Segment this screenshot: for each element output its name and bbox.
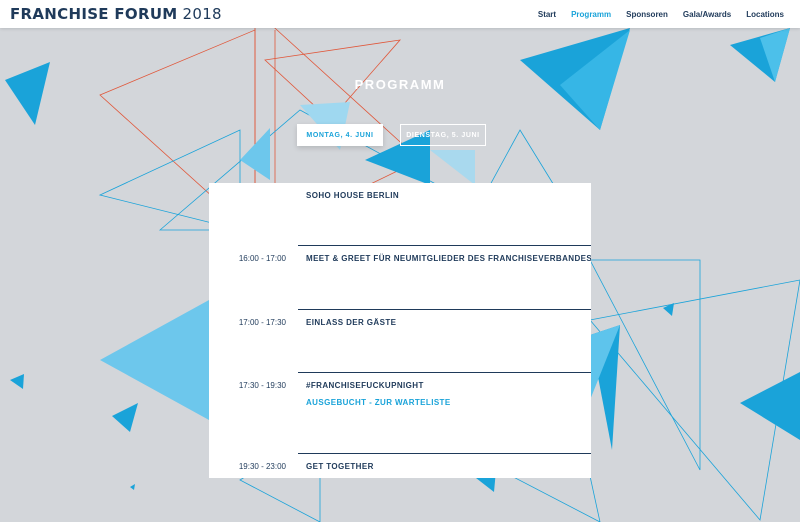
schedule-event: GET TOGETHER — [306, 462, 374, 471]
schedule-event: #FRANCHISEFUCKUPNIGHT — [306, 381, 424, 390]
nav-link-locations[interactable]: Locations — [746, 10, 784, 19]
tab-montag[interactable]: MONTAG, 4. JUNI — [297, 124, 383, 146]
schedule-time: 16:00 - 17:00 — [238, 254, 286, 263]
waitlist-link[interactable]: AUSGEBUCHT - ZUR WARTELISTE — [306, 398, 451, 407]
row-divider — [298, 372, 591, 373]
schedule-event: SOHO HOUSE BERLIN — [306, 191, 400, 200]
site-header: FRANCHISE FORUM 2018 Start Programm Spons… — [0, 0, 800, 28]
main-nav: Start Programm Sponsoren Gala/Awards Loc… — [538, 10, 784, 19]
site-logo[interactable]: FRANCHISE FORUM 2018 — [10, 5, 222, 23]
row-divider — [298, 245, 591, 246]
nav-link-gala-awards[interactable]: Gala/Awards — [683, 10, 731, 19]
brand-name: FRANCHISE FORUM — [10, 5, 178, 23]
nav-link-programm[interactable]: Programm — [571, 10, 611, 19]
schedule-event: EINLASS DER GÄSTE — [306, 318, 397, 327]
tab-dienstag[interactable]: DIENSTAG, 5. JUNI — [400, 124, 486, 146]
schedule-time: 19:30 - 23:00 — [238, 462, 286, 471]
page-title: PROGRAMM — [354, 77, 446, 92]
row-divider — [298, 309, 591, 310]
schedule-time: 17:00 - 17:30 — [238, 318, 286, 327]
nav-link-start[interactable]: Start — [538, 10, 556, 19]
nav-link-sponsoren[interactable]: Sponsoren — [626, 10, 668, 19]
schedule-card: SOHO HOUSE BERLIN 16:00 - 17:00 MEET & G… — [209, 183, 591, 478]
row-divider — [298, 453, 591, 454]
schedule-time: 17:30 - 19:30 — [238, 381, 286, 390]
brand-year: 2018 — [182, 5, 222, 23]
schedule-event: MEET & GREET FÜR NEUMITGLIEDER DES FRANC… — [306, 254, 591, 263]
